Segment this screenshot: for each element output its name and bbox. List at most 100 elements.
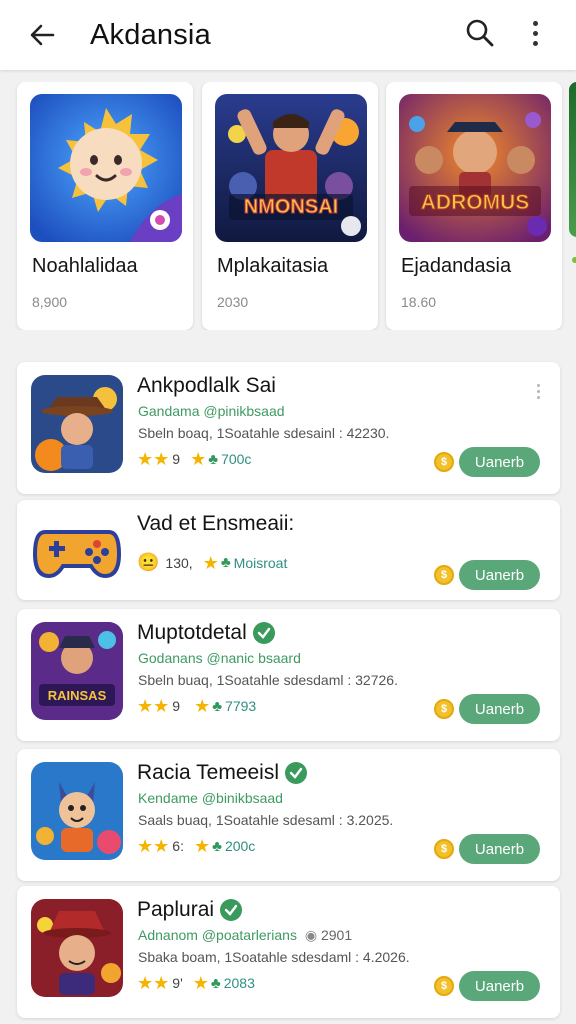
app-description: Sbaka boam, 1Soatahle sdesdaml : 4.2026. — [138, 949, 410, 965]
star-icon: ★ — [137, 696, 154, 716]
app-bar: Akdansia — [0, 0, 576, 70]
app-icon — [31, 375, 123, 473]
verified-icon — [220, 899, 243, 921]
app-name-text: Ankpodlalk Sai — [137, 374, 276, 397]
featured-art-title: ADROMUS — [421, 191, 530, 214]
rating-value: 9' — [172, 975, 183, 991]
leaf-icon: ♣ — [212, 697, 223, 715]
app-description: Saals buaq, 1Soatahle sdesaml : 3.2025. — [138, 812, 394, 828]
arrow-left-icon — [30, 24, 55, 46]
app-icon — [31, 502, 123, 600]
star-icon: ★ — [137, 973, 154, 993]
app-name-text: Paplurai — [137, 898, 215, 921]
list-item[interactable]: Ankpodlalk Sai Gandama @pinikbsaad Sbeln… — [17, 362, 560, 494]
more-options-button[interactable] — [523, 17, 547, 49]
featured-app-name: Ejadandasia — [401, 255, 512, 277]
star-icon: ★ — [202, 552, 219, 573]
app-stats: ★ ★ 9' ★ ♣ 2083 — [137, 974, 255, 992]
featured-app-icon: NMONSAI — [215, 94, 367, 242]
back-button[interactable] — [27, 20, 57, 50]
coin-icon: $ — [434, 565, 454, 585]
coin-icon: $ — [434, 839, 454, 859]
install-button[interactable]: Uanerb — [459, 694, 540, 724]
download-count: 200c — [224, 838, 256, 854]
star-icon: ★ — [137, 836, 154, 856]
verified-icon — [285, 762, 308, 784]
verified-icon — [252, 622, 275, 644]
featured-app-icon: ADROMUS — [399, 94, 551, 242]
star-icon: ★ — [153, 836, 170, 856]
featured-card[interactable]: Noahlalidaa 8,900 — [17, 82, 193, 330]
emoji-icon: 😐 — [137, 552, 160, 572]
developer-name: Adnanom @poatarlerians ◉ 2901 — [138, 927, 353, 943]
install-button[interactable]: Uanerb — [459, 834, 540, 864]
featured-app-name: Mplakaitasia — [217, 255, 329, 277]
star-icon: ★ — [153, 973, 170, 993]
featured-card[interactable]: ADROMUS Ejadandasia 18.60 — [386, 82, 562, 330]
app-icon — [31, 762, 123, 860]
developer-name: Kendame @binikbsaad — [138, 790, 283, 806]
svg-text:RAINSAS: RAINSAS — [48, 688, 107, 703]
info-icon: ◉ — [304, 927, 318, 943]
featured-app-meta: 18.60 — [401, 294, 437, 310]
featured-card[interactable]: NMONSAI Mplakaitasia 2030 — [202, 82, 378, 330]
featured-app-icon — [30, 94, 182, 242]
star-icon: ★ — [194, 696, 211, 716]
app-name: Racia Temeeisl — [137, 761, 308, 785]
item-more-button[interactable] — [535, 384, 541, 399]
rating-value: 9 — [172, 451, 181, 467]
list-item[interactable]: Vad et Ensmeaii: 😐 130, ★ ♣ Moisroat $ U… — [17, 500, 560, 600]
search-icon — [466, 19, 494, 47]
star-icon: ★ — [137, 449, 154, 469]
developer-name: Gandama @pinikbsaad — [138, 403, 285, 419]
app-name-text: Racia Temeeisl — [137, 761, 280, 784]
leaf-icon: ♣ — [210, 974, 221, 992]
app-name: Paplurai — [137, 898, 243, 922]
leaf-icon: ♣ — [208, 450, 219, 468]
app-name-text: Muptotdetal — [137, 621, 247, 644]
star-icon: ★ — [193, 836, 211, 856]
list-item[interactable]: Paplurai Adnanom @poatarlerians ◉ 2901 S… — [17, 886, 560, 1018]
coin-icon: $ — [434, 699, 454, 719]
featured-card-peek-dot — [572, 257, 576, 263]
featured-card-peek[interactable] — [569, 82, 576, 237]
more-vert-icon — [532, 20, 538, 26]
app-name-text: Vad et Ensmeaii: — [137, 512, 295, 535]
app-stats: ★ ★ 9 ★ ♣ 7793 — [137, 697, 256, 715]
list-item[interactable]: RAINSAS Muptotdetal Godanans @nanic bsaa… — [17, 609, 560, 741]
app-stats: 😐 130, ★ ♣ Moisroat — [137, 552, 287, 573]
download-count: Moisroat — [233, 554, 288, 571]
app-description: Sbeln buaq, 1Soatahle sdesdaml : 32726. — [138, 672, 398, 688]
featured-carousel[interactable]: Noahlalidaa 8,900 NMONSAI Mplakaitasia 2… — [0, 82, 576, 330]
rating-value: 130, — [165, 554, 193, 571]
rating-value: 9 — [172, 698, 181, 714]
download-count: 7793 — [225, 698, 257, 714]
install-button[interactable]: Uanerb — [459, 971, 540, 1001]
install-button[interactable]: Uanerb — [459, 560, 540, 590]
coin-icon: $ — [434, 976, 454, 996]
list-item[interactable]: Racia Temeeisl Kendame @binikbsaad Saals… — [17, 749, 560, 881]
app-name: Muptotdetal — [137, 621, 275, 645]
rating-value: 6: — [172, 838, 184, 854]
developer-extra: 2901 — [320, 927, 353, 943]
download-count: 2083 — [223, 975, 255, 991]
developer-name: Godanans @nanic bsaard — [138, 650, 301, 666]
app-stats: ★ ★ 6: ★ ♣ 200c — [137, 837, 255, 855]
leaf-icon: ♣ — [212, 837, 222, 855]
featured-app-name: Noahlalidaa — [32, 255, 138, 277]
app-name: Vad et Ensmeaii: — [137, 512, 294, 536]
star-icon: ★ — [153, 696, 170, 716]
download-count: 700c — [221, 451, 252, 467]
leaf-icon: ♣ — [220, 554, 231, 571]
app-description: Sbeln boaq, 1Soatahle sdesainl : 42230. — [138, 425, 390, 441]
featured-app-meta: 8,900 — [32, 294, 68, 310]
star-icon: ★ — [153, 449, 170, 469]
app-name: Ankpodlalk Sai — [137, 374, 276, 398]
app-icon: RAINSAS — [31, 622, 123, 720]
app-icon — [31, 899, 123, 997]
featured-app-meta: 2030 — [217, 294, 249, 310]
install-button[interactable]: Uanerb — [459, 447, 540, 477]
page-title: Akdansia — [90, 18, 211, 51]
coin-icon: $ — [434, 452, 454, 472]
search-button[interactable] — [464, 17, 496, 49]
